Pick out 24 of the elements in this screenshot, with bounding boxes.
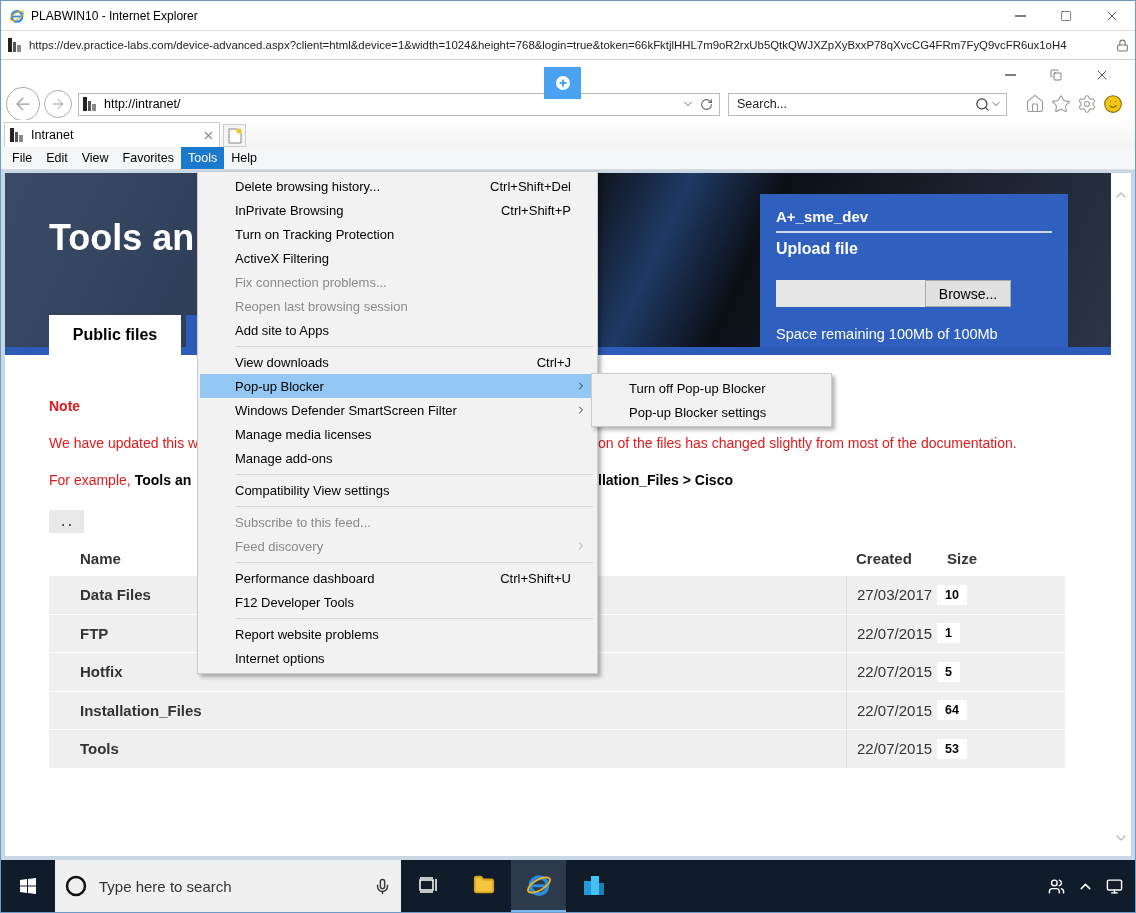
column-header: Created — [856, 549, 912, 567]
size-badge: 64 — [937, 700, 967, 721]
user-name: A+_sme_dev — [776, 208, 1052, 233]
example-label: For example, — [49, 472, 131, 488]
column-header: Name — [80, 549, 121, 567]
table-cell: 27/03/2017 — [846, 575, 937, 614]
space-remaining: Space remaining 100Mb of 100Mb — [776, 326, 999, 342]
table-cell: 22/07/2015 — [846, 690, 937, 729]
window-title: PLABWIN10 - Internet Explorer — [31, 8, 198, 23]
size-badge: 10 — [937, 584, 967, 605]
page-title: Tools an — [49, 217, 195, 259]
table-cell: 22/07/2015 — [846, 652, 937, 691]
table-cell: 22/07/2015 — [846, 729, 937, 768]
remote-url: https://dev.practice-labs.com/device-advanced.aspx?client=html&device=1&width=1024&height=768&login=true&token=66kFktjlHHL7m9oR2rxUb5QtkQWJXZpXyBxxP78qXvcCG4FRm7FyQ9vcFR6ux1oH4 — [29, 39, 1067, 51]
size-badge: 53 — [937, 738, 967, 759]
note-heading: Note — [49, 398, 81, 414]
example-path: llation_Files > Cisco — [598, 472, 733, 488]
note-text: on of the files has changed slightly from most of the documentation. — [598, 435, 1017, 451]
upload-heading: Upload file — [776, 240, 859, 258]
table-cell: 22/07/2015 — [846, 613, 937, 652]
size-badge: 1 — [937, 623, 960, 644]
example-path: Tools an — [134, 472, 192, 488]
column-header: Size — [947, 549, 977, 567]
size-badge: 5 — [937, 661, 960, 682]
